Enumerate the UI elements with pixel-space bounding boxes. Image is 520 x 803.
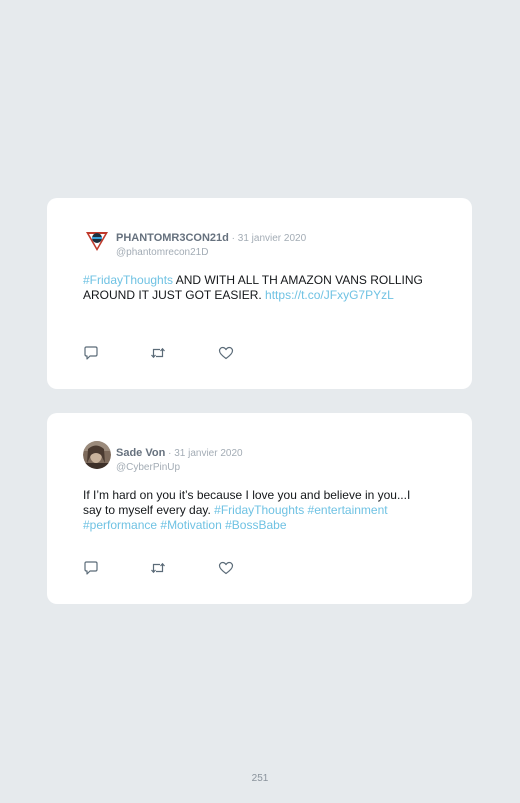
tweet-header: PHANTOMR3CON21d · 31 janvier 2020 @phant… — [116, 228, 306, 258]
display-name[interactable]: PHANTOMR3CON21d — [116, 232, 229, 244]
like-button[interactable] — [218, 561, 234, 575]
avatar[interactable] — [83, 441, 111, 469]
retweet-button[interactable] — [150, 561, 166, 575]
reply-button[interactable] — [83, 561, 99, 575]
tweet-date: · 31 janvier 2020 — [165, 448, 243, 459]
shield-logo-icon — [83, 226, 111, 254]
reply-icon — [84, 561, 98, 575]
profile-photo — [83, 441, 111, 469]
tweet-card: PHANTOMR3CON21d · 31 janvier 2020 @phant… — [47, 198, 472, 389]
tweet-text: If I’m hard on you it’s because I love y… — [83, 488, 423, 533]
hashtag-link[interactable]: #BossBabe — [225, 518, 286, 532]
tweet-text: #FridayThoughts AND WITH ALL TH AMAZON V… — [83, 273, 423, 303]
tweet-header: Sade Von · 31 janvier 2020 @CyberPinUp — [116, 443, 243, 473]
url-link[interactable]: https://t.co/JFxyG7PYzL — [265, 288, 394, 302]
hashtag-link[interactable]: #FridayThoughts — [83, 273, 173, 287]
retweet-icon — [151, 347, 165, 359]
user-handle[interactable]: @phantomrecon21D — [116, 247, 306, 258]
hashtag-link[interactable]: #Motivation — [160, 518, 221, 532]
tweet-date: · 31 janvier 2020 — [228, 233, 307, 244]
like-icon — [218, 561, 234, 575]
like-button[interactable] — [218, 346, 234, 360]
reply-icon — [84, 346, 98, 360]
display-name[interactable]: Sade Von — [116, 447, 165, 459]
user-handle[interactable]: @CyberPinUp — [116, 462, 243, 473]
page-number: 251 — [251, 773, 269, 784]
hashtag-link[interactable]: #performance — [83, 518, 157, 532]
tweet-card: Sade Von · 31 janvier 2020 @CyberPinUp I… — [47, 413, 472, 604]
reply-button[interactable] — [83, 346, 99, 360]
retweet-icon — [151, 562, 165, 574]
retweet-button[interactable] — [150, 346, 166, 360]
avatar[interactable] — [83, 226, 111, 254]
hashtag-link[interactable]: #FridayThoughts — [214, 503, 304, 517]
like-icon — [218, 346, 234, 360]
hashtag-link[interactable]: #entertainment — [308, 503, 388, 517]
